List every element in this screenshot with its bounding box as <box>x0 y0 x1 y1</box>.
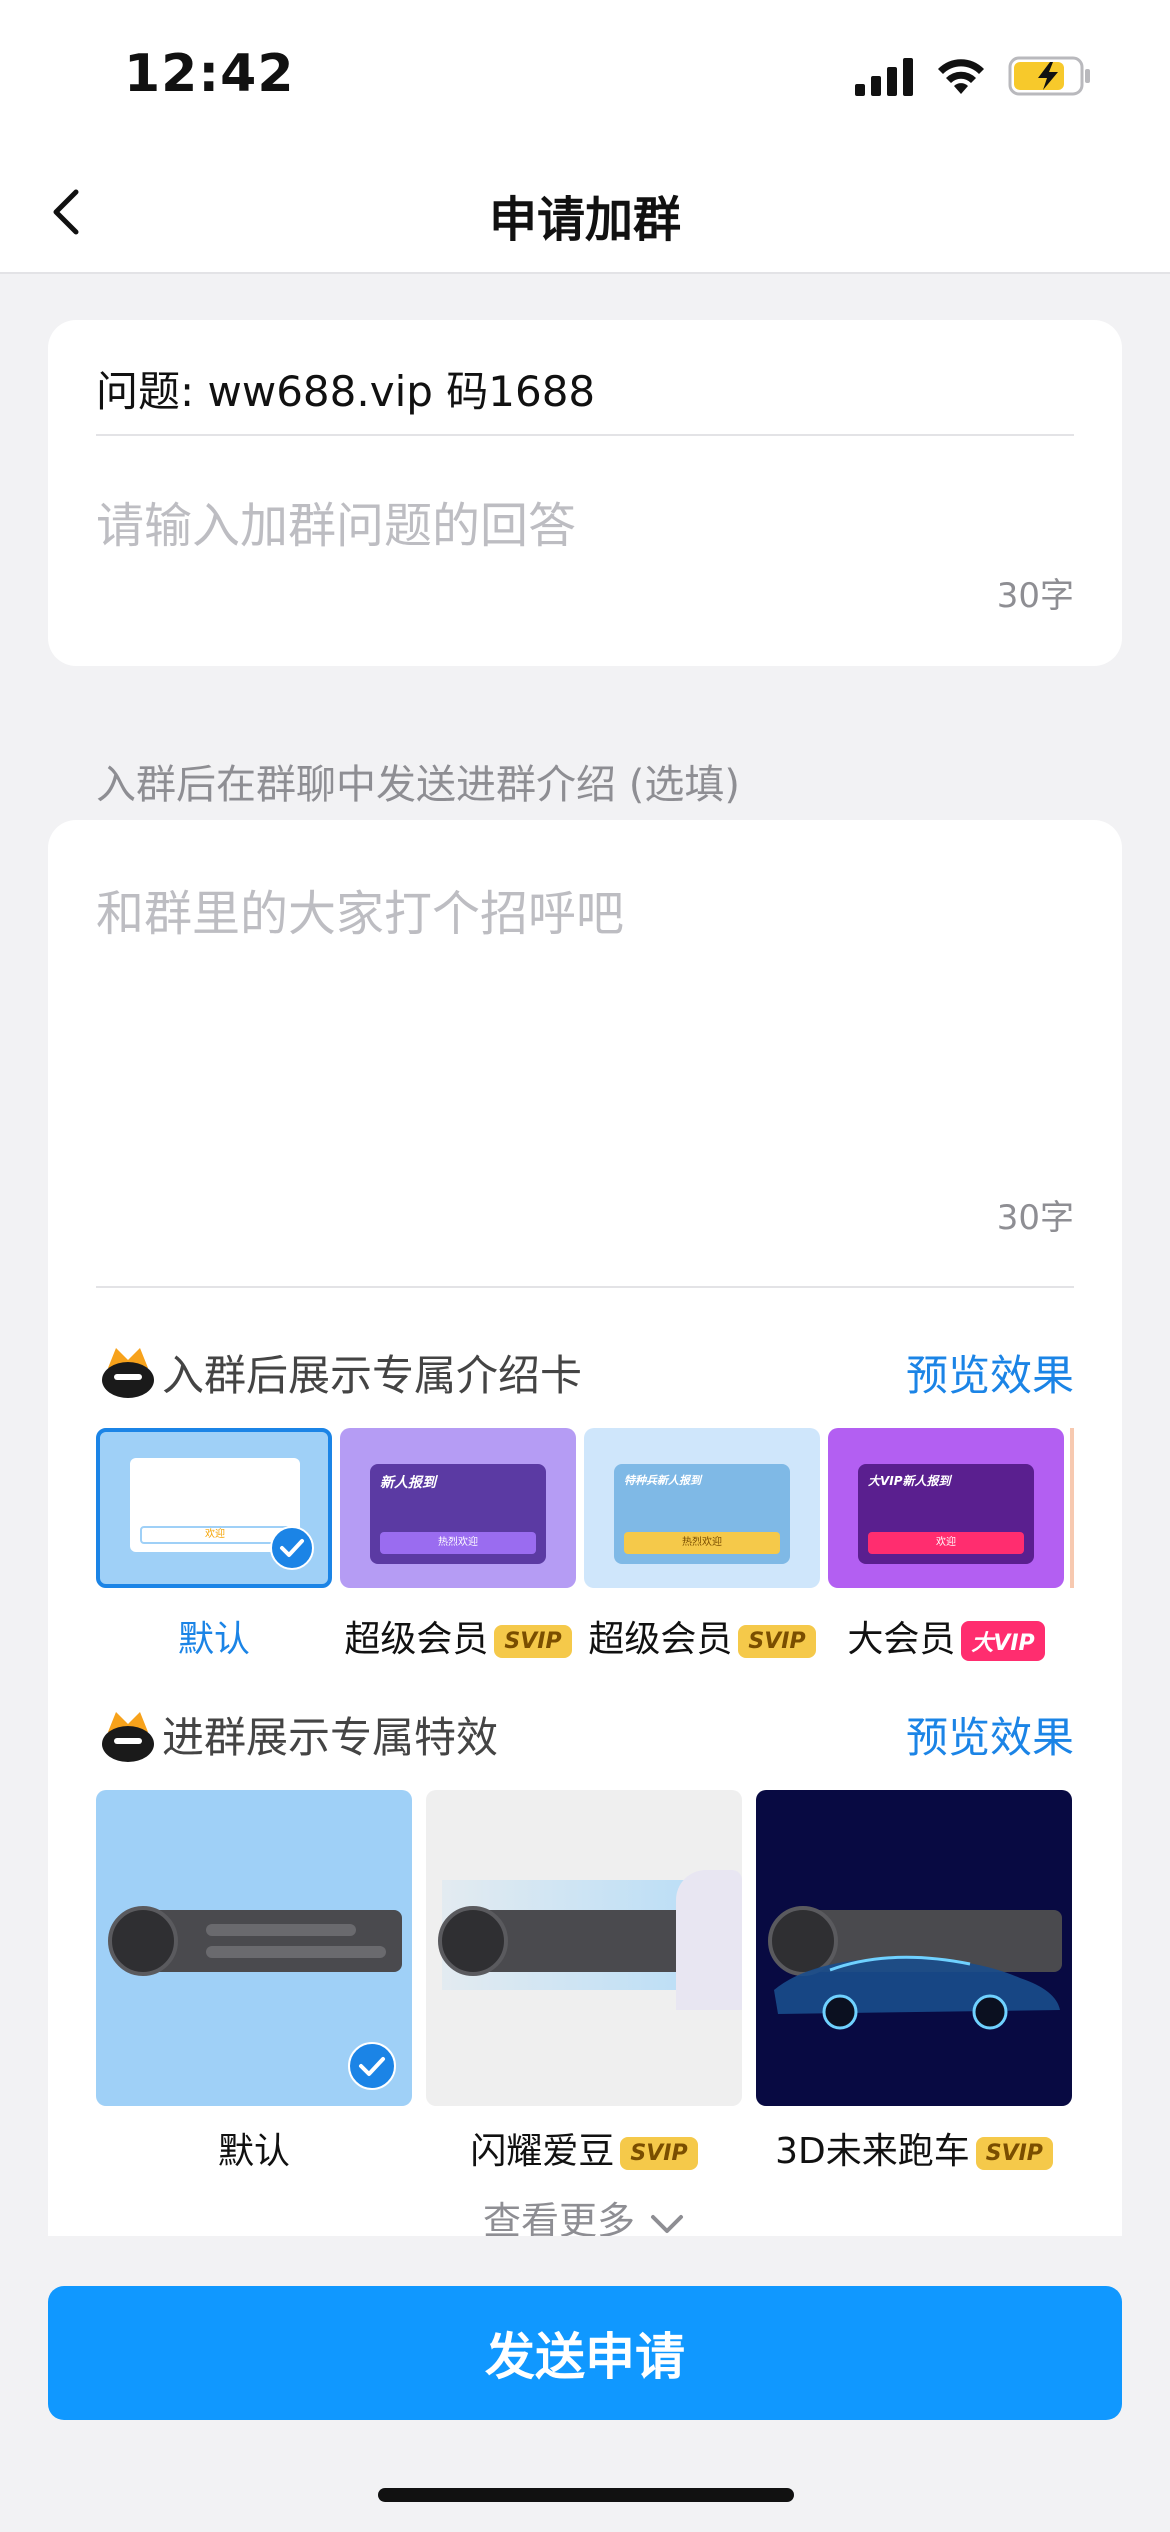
question-card: 问题: ww688.vip 码1688 请输入加群问题的回答 30字 <box>48 320 1122 666</box>
option-label: 闪耀爱豆 <box>470 2131 615 2172</box>
effect-option-default[interactable] <box>96 1790 412 2106</box>
chevron-down-icon <box>651 2214 684 2233</box>
welcome-bar: 热烈欢迎 <box>380 1532 536 1554</box>
intro-input[interactable]: 和群里的大家打个招呼吧 <box>96 874 624 944</box>
intro-card-option-svip-1[interactable]: 新人报到 热烈欢迎 <box>340 1428 576 1588</box>
option-label: 默认 <box>217 2131 290 2172</box>
intro-card-section-title: 入群后展示专属介绍卡 <box>162 1351 583 1400</box>
welcome-bar: 欢迎 <box>868 1532 1024 1554</box>
crown-icon <box>102 1348 154 1398</box>
effect-section-title: 进群展示专属特效 <box>162 1713 499 1762</box>
idol-figure <box>676 1870 742 2010</box>
intro-card-option-svip-2[interactable]: 特种兵新人报到 热烈欢迎 <box>584 1428 820 1588</box>
intro-card-option-default[interactable]: 欢迎 <box>96 1428 332 1588</box>
answer-input[interactable]: 请输入加群问题的回答 <box>96 486 576 556</box>
effect-label: 闪耀爱豆 SVIP <box>426 2122 742 2174</box>
option-label: 超级会员 <box>588 1619 733 1660</box>
answer-char-count: 30字 <box>996 576 1074 616</box>
crown-icon <box>102 1712 154 1762</box>
intro-char-count: 30字 <box>996 1198 1074 1238</box>
intro-section-label: 入群后在群聊中发送进群介绍 (选填) <box>96 762 740 808</box>
intro-card-option-vip[interactable]: 大VIP新人报到 欢迎 <box>828 1428 1064 1588</box>
divider <box>96 1286 1074 1288</box>
avatar-placeholder <box>438 1906 508 1976</box>
option-label: 默认 <box>177 1619 250 1660</box>
welcome-bar: 热烈欢迎 <box>624 1532 780 1554</box>
text-placeholder <box>206 1924 356 1936</box>
battery-charging-icon <box>1008 56 1090 96</box>
next-thumb-edge <box>1070 1428 1074 1588</box>
vip-new-text: 大VIP新人报到 <box>868 1474 951 1488</box>
effect-option-3d-car[interactable] <box>756 1790 1072 2106</box>
effect-label: 3D未来跑车 SVIP <box>756 2122 1072 2174</box>
intro-card-label: 超级会员 SVIP <box>584 1610 820 1662</box>
option-label: 大会员 <box>847 1619 956 1660</box>
wifi-icon <box>938 59 984 94</box>
svip-badge: SVIP <box>494 1624 572 1658</box>
status-bar: 12:42 <box>0 0 1170 150</box>
option-label: 超级会员 <box>344 1619 489 1660</box>
sports-car-icon <box>774 1955 1060 2030</box>
status-time: 12:42 <box>124 44 295 104</box>
nav-bar: 申请加群 <box>0 150 1170 274</box>
effect-option-idol[interactable] <box>426 1790 742 2106</box>
home-indicator <box>378 2488 794 2502</box>
vip-badge: 大VIP <box>961 1621 1045 1661</box>
svip-badge: SVIP <box>620 2136 698 2170</box>
selected-check-icon <box>348 2042 396 2090</box>
effect-preview-link[interactable]: 预览效果 <box>906 1704 1074 1765</box>
svip-badge: SVIP <box>738 1624 816 1658</box>
intro-card-preview-link[interactable]: 预览效果 <box>906 1342 1074 1403</box>
intro-card-label: 超级会员 SVIP <box>340 1610 576 1662</box>
intro-card-label: 大会员 大VIP <box>828 1610 1064 1662</box>
option-label: 3D未来跑车 <box>775 2131 970 2172</box>
divider <box>96 434 1074 436</box>
send-request-button[interactable]: 发送申请 <box>48 2286 1122 2420</box>
text-placeholder <box>206 1946 386 1958</box>
scroll-fade <box>48 2236 1122 2256</box>
effect-label: 默认 <box>96 2122 412 2174</box>
special-forces-text: 特种兵新人报到 <box>624 1474 701 1487</box>
intro-card-label: 默认 <box>96 1610 332 1662</box>
selected-check-icon <box>270 1526 314 1570</box>
intro-card: 和群里的大家打个招呼吧 30字 入群后展示专属介绍卡 预览效果 欢迎 新人报到 … <box>48 820 1122 2243</box>
cellular-signal-icon <box>855 58 913 96</box>
join-question: 问题: ww688.vip 码1688 <box>96 367 596 416</box>
page-title: 申请加群 <box>488 192 681 248</box>
avatar-placeholder <box>108 1906 178 1976</box>
welcome-bar: 欢迎 <box>140 1526 290 1544</box>
svip-badge: SVIP <box>975 2136 1053 2170</box>
new-member-text: 新人报到 <box>380 1475 436 1491</box>
